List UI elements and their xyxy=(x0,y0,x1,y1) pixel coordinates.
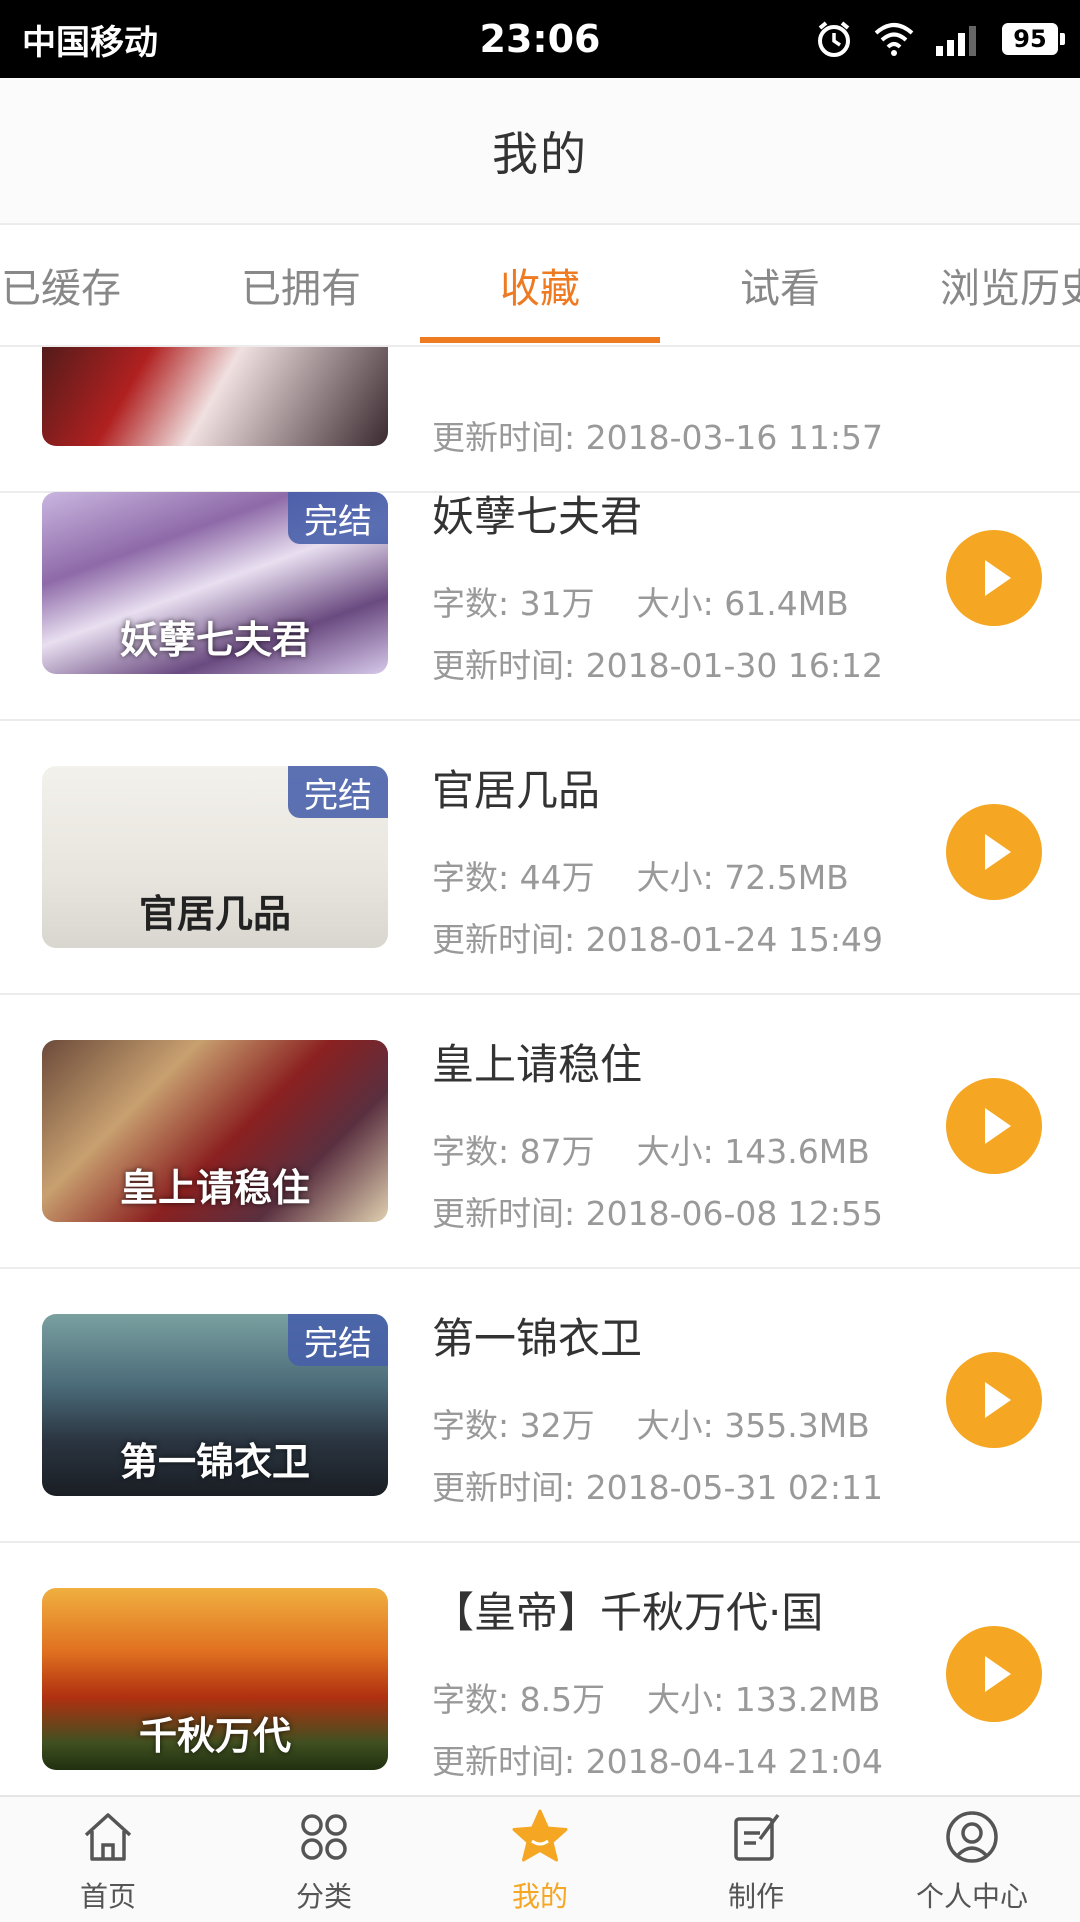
update-time: 更新时间: 2018-05-31 02:11 xyxy=(432,1468,883,1507)
file-size: 大小: 61.4MB xyxy=(636,584,849,623)
play-icon xyxy=(985,1382,1011,1418)
nav-label: 首页 xyxy=(79,1880,136,1913)
alarm-icon xyxy=(818,21,850,57)
book-meta: 字数: 8.5万 大小: 133.2MB xyxy=(432,1673,880,1721)
play-icon xyxy=(985,834,1011,870)
nav-home[interactable]: 首页 xyxy=(0,1797,216,1922)
tab-preview[interactable]: 试看 xyxy=(660,225,900,345)
tab-bar: 已缓存 已拥有 收藏 试看 浏览历史 xyxy=(0,225,1080,347)
status-icons: 95 xyxy=(814,19,1065,59)
edit-icon xyxy=(734,1813,780,1861)
page-header: 我的 xyxy=(0,78,1080,225)
cover-title-art: 皇上请稳住 xyxy=(119,1165,310,1210)
tab-favorites[interactable]: 收藏 xyxy=(420,225,660,345)
status-bar: 中国移动 23:06 95 xyxy=(0,0,1080,78)
book-cover[interactable] xyxy=(42,347,388,446)
nav-mine[interactable]: 我的 xyxy=(432,1797,648,1922)
word-count: 字数: 31万 xyxy=(432,584,595,623)
word-count: 字数: 8.5万 xyxy=(432,1680,606,1719)
book-cover[interactable]: 完结 第一锦衣卫 xyxy=(42,1314,388,1496)
nav-create[interactable]: 制作 xyxy=(648,1797,864,1922)
play-icon xyxy=(985,560,1011,596)
file-size: 大小: 355.3MB xyxy=(636,1406,870,1445)
tab-cached[interactable]: 已缓存 xyxy=(0,225,181,345)
play-button[interactable] xyxy=(946,1626,1042,1722)
book-cover[interactable]: 千秋万代 xyxy=(42,1588,388,1770)
completed-badge: 完结 xyxy=(288,766,388,818)
book-cover[interactable]: 完结 官居几品 xyxy=(42,766,388,948)
tab-owned[interactable]: 已拥有 xyxy=(181,225,421,345)
page-title: 我的 xyxy=(492,126,588,181)
word-count: 字数: 87万 xyxy=(432,1132,595,1171)
list-item[interactable]: 完结 第一锦衣卫 第一锦衣卫 字数: 32万 大小: 355.3MB 更新时间: … xyxy=(0,1269,1080,1543)
update-time: 更新时间: 2018-01-30 16:12 xyxy=(432,646,883,685)
book-cover[interactable]: 皇上请稳住 xyxy=(42,1040,388,1222)
list-item[interactable]: 完结 官居几品 官居几品 字数: 44万 大小: 72.5MB 更新时间: 201… xyxy=(0,721,1080,995)
cover-title-art: 官居几品 xyxy=(138,891,291,936)
file-size: 大小: 72.5MB xyxy=(636,858,849,897)
completed-badge: 完结 xyxy=(288,492,388,544)
cover-title-art: 千秋万代 xyxy=(138,1713,291,1758)
update-time: 更新时间: 2018-01-24 15:49 xyxy=(432,920,883,959)
book-title[interactable]: 皇上请稳住 xyxy=(432,1031,642,1092)
file-size: 大小: 143.6MB xyxy=(636,1132,870,1171)
profile-icon xyxy=(946,1811,998,1863)
bottom-nav: 首页 分类 我的 制作 个人中心 xyxy=(0,1795,1080,1922)
active-tab-indicator xyxy=(420,337,660,343)
tab-history[interactable]: 浏览历史 xyxy=(900,225,1080,345)
book-title[interactable]: 妖孽七夫君 xyxy=(432,483,642,544)
completed-badge: 完结 xyxy=(288,1314,388,1366)
play-button[interactable] xyxy=(946,1078,1042,1174)
word-count: 字数: 44万 xyxy=(432,858,595,897)
book-cover[interactable]: 完结 妖孽七夫君 xyxy=(42,492,388,674)
nav-label: 我的 xyxy=(511,1880,568,1913)
update-time: 更新时间: 2018-06-08 12:55 xyxy=(432,1194,883,1233)
book-title[interactable]: 第一锦衣卫 xyxy=(432,1305,642,1366)
carrier-label: 中国移动 xyxy=(22,22,158,63)
book-meta: 字数: 31万 大小: 61.4MB xyxy=(432,577,849,625)
signal-icon xyxy=(936,26,976,56)
category-icon xyxy=(301,1814,347,1860)
nav-label: 个人中心 xyxy=(915,1880,1028,1913)
nav-profile[interactable]: 个人中心 xyxy=(864,1797,1080,1922)
play-button[interactable] xyxy=(946,804,1042,900)
list-item[interactable]: 千秋万代 【皇帝】千秋万代·国 字数: 8.5万 大小: 133.2MB 更新时间… xyxy=(0,1543,1080,1795)
book-meta: 字数: 32万 大小: 355.3MB xyxy=(432,1399,870,1447)
nav-label: 分类 xyxy=(295,1880,352,1913)
play-icon xyxy=(985,1656,1011,1692)
cover-title-art: 妖孽七夫君 xyxy=(119,617,310,662)
list-item[interactable]: 完结 妖孽七夫君 妖孽七夫君 字数: 31万 大小: 61.4MB 更新时间: 2… xyxy=(0,447,1080,721)
list-item[interactable]: 皇上请稳住 皇上请稳住 字数: 87万 大小: 143.6MB 更新时间: 201… xyxy=(0,995,1080,1269)
play-button[interactable] xyxy=(946,530,1042,626)
book-meta: 字数: 87万 大小: 143.6MB xyxy=(432,1125,870,1173)
play-button[interactable] xyxy=(946,1352,1042,1448)
book-title[interactable]: 官居几品 xyxy=(432,757,600,818)
battery-icon: 95 xyxy=(1002,23,1065,55)
book-title[interactable]: 【皇帝】千秋万代·国 xyxy=(432,1579,823,1640)
update-time: 更新时间: 2018-04-14 21:04 xyxy=(432,1742,883,1781)
word-count: 字数: 32万 xyxy=(432,1406,595,1445)
nav-category[interactable]: 分类 xyxy=(216,1797,432,1922)
play-icon xyxy=(985,1108,1011,1144)
cover-title-art: 第一锦衣卫 xyxy=(119,1439,310,1484)
favorites-list[interactable]: 更新时间: 2018-03-16 11:57 完结 妖孽七夫君 妖孽七夫君 字数… xyxy=(0,347,1080,1795)
home-icon xyxy=(84,1813,132,1861)
nav-label: 制作 xyxy=(727,1880,784,1913)
wifi-icon xyxy=(874,23,914,56)
star-icon xyxy=(512,1809,568,1862)
book-meta: 字数: 44万 大小: 72.5MB xyxy=(432,851,849,899)
file-size: 大小: 133.2MB xyxy=(647,1680,881,1719)
